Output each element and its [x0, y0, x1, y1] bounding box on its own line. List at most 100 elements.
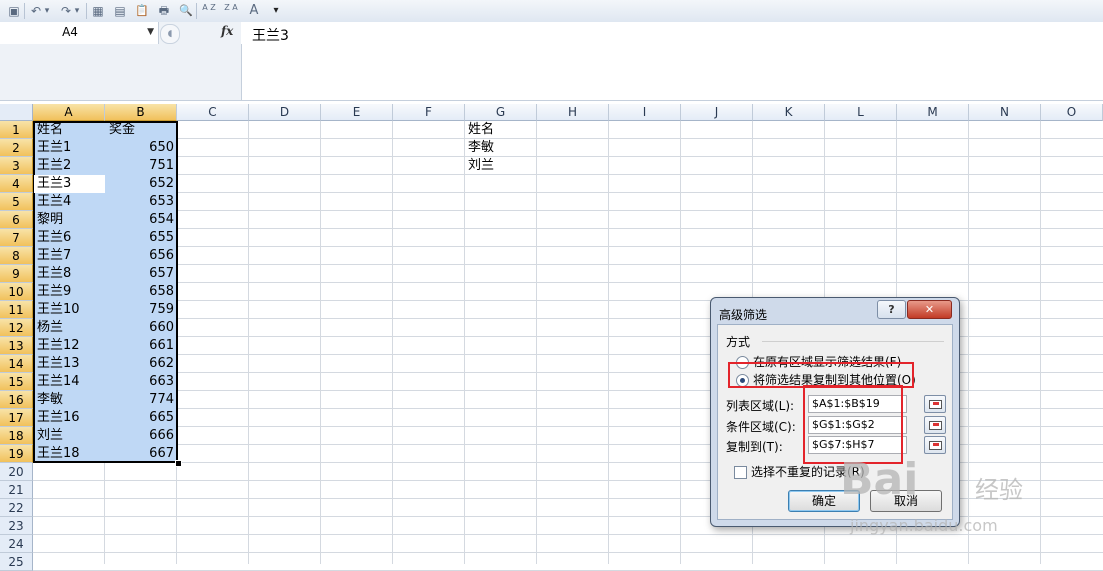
cell-a5[interactable]: 王兰4: [37, 193, 103, 211]
cell-b18[interactable]: 666: [107, 427, 174, 445]
cell-g1[interactable]: 姓名: [468, 121, 534, 139]
cell-b19[interactable]: 667: [107, 445, 174, 463]
row-header-20[interactable]: 20: [0, 463, 33, 481]
cell-a11[interactable]: 王兰10: [37, 301, 103, 319]
row-header-11[interactable]: 11: [0, 301, 33, 319]
column-header-d[interactable]: D: [249, 104, 321, 121]
cell-a1[interactable]: 姓名: [37, 121, 103, 139]
cell-a6[interactable]: 黎明: [37, 211, 103, 229]
collapse-dialog-icon[interactable]: [924, 416, 946, 434]
name-box-value[interactable]: A4: [0, 25, 140, 39]
cell-b5[interactable]: 653: [107, 193, 174, 211]
column-header-e[interactable]: E: [321, 104, 393, 121]
cell-a2[interactable]: 王兰1: [37, 139, 103, 157]
cell-a8[interactable]: 王兰7: [37, 247, 103, 265]
collapse-dialog-icon[interactable]: [924, 395, 946, 413]
cell-b15[interactable]: 663: [107, 373, 174, 391]
sort-ascending-icon[interactable]: A Z: [200, 4, 218, 20]
column-header-a[interactable]: A: [33, 104, 105, 121]
cell-b17[interactable]: 665: [107, 409, 174, 427]
column-header-l[interactable]: L: [825, 104, 897, 121]
name-box[interactable]: A4 ▼: [0, 22, 159, 45]
cell-a9[interactable]: 王兰8: [37, 265, 103, 283]
cell-b3[interactable]: 751: [107, 157, 174, 175]
row-header-7[interactable]: 7: [0, 229, 33, 247]
row-header-2[interactable]: 2: [0, 139, 33, 157]
row-header-1[interactable]: 1: [0, 121, 33, 139]
font-size-icon[interactable]: A: [246, 3, 262, 19]
column-header-b[interactable]: B: [105, 104, 177, 121]
column-header-f[interactable]: F: [393, 104, 465, 121]
cell-a10[interactable]: 王兰9: [37, 283, 103, 301]
row-header-23[interactable]: 23: [0, 517, 33, 535]
select-all-corner[interactable]: [0, 104, 33, 121]
column-header-n[interactable]: N: [969, 104, 1041, 121]
row-header-17[interactable]: 17: [0, 409, 33, 427]
cell-b2[interactable]: 650: [107, 139, 174, 157]
cell-b13[interactable]: 661: [107, 337, 174, 355]
cell-b8[interactable]: 656: [107, 247, 174, 265]
row-header-21[interactable]: 21: [0, 481, 33, 499]
row-header-24[interactable]: 24: [0, 535, 33, 553]
cell-b9[interactable]: 657: [107, 265, 174, 283]
cell-b6[interactable]: 654: [107, 211, 174, 229]
cell-b10[interactable]: 658: [107, 283, 174, 301]
close-button[interactable]: ✕: [907, 300, 952, 319]
cell-a19[interactable]: 王兰18: [37, 445, 103, 463]
cell-b16[interactable]: 774: [107, 391, 174, 409]
cell-g2[interactable]: 李敏: [468, 139, 534, 157]
chevron-down-icon[interactable]: ▼: [147, 27, 154, 37]
column-header-m[interactable]: M: [897, 104, 969, 121]
row-header-18[interactable]: 18: [0, 427, 33, 445]
column-header-h[interactable]: H: [537, 104, 609, 121]
cell-a17[interactable]: 王兰16: [37, 409, 103, 427]
save-icon[interactable]: ▣: [6, 3, 22, 19]
customize-toolbar-icon[interactable]: ▾: [268, 3, 284, 19]
cell-a14[interactable]: 王兰13: [37, 355, 103, 373]
cell-a15[interactable]: 王兰14: [37, 373, 103, 391]
cell-a18[interactable]: 刘兰: [37, 427, 103, 445]
row-header-10[interactable]: 10: [0, 283, 33, 301]
row-header-13[interactable]: 13: [0, 337, 33, 355]
row-header-6[interactable]: 6: [0, 211, 33, 229]
cell-b11[interactable]: 759: [107, 301, 174, 319]
column-header-i[interactable]: I: [609, 104, 681, 121]
row-header-16[interactable]: 16: [0, 391, 33, 409]
print-preview-icon[interactable]: 🔍: [178, 3, 194, 19]
cell-g3[interactable]: 刘兰: [468, 157, 534, 175]
row-header-5[interactable]: 5: [0, 193, 33, 211]
redo-dropdown-icon[interactable]: ▾: [72, 3, 82, 19]
row-header-4[interactable]: 4: [0, 175, 33, 193]
row-header-8[interactable]: 8: [0, 247, 33, 265]
cell-b1[interactable]: 奖金: [109, 121, 175, 139]
row-header-15[interactable]: 15: [0, 373, 33, 391]
collapse-dialog-icon[interactable]: [924, 436, 946, 454]
cell-b14[interactable]: 662: [107, 355, 174, 373]
row-header-9[interactable]: 9: [0, 265, 33, 283]
unique-records-checkbox[interactable]: [734, 466, 747, 479]
cell-a16[interactable]: 李敏: [37, 391, 103, 409]
undo-dropdown-icon[interactable]: ▾: [42, 3, 52, 19]
cell-b4[interactable]: 652: [107, 175, 174, 193]
row-header-19[interactable]: 19: [0, 445, 33, 463]
formula-input[interactable]: 王兰3: [252, 25, 289, 45]
column-header-c[interactable]: C: [177, 104, 249, 121]
cell-a7[interactable]: 王兰6: [37, 229, 103, 247]
row-header-22[interactable]: 22: [0, 499, 33, 517]
column-header-g[interactable]: G: [465, 104, 537, 121]
cell-b7[interactable]: 655: [107, 229, 174, 247]
cell-b12[interactable]: 660: [107, 319, 174, 337]
formula-bar-expand-icon[interactable]: ◖: [160, 24, 180, 44]
sort-descending-icon[interactable]: Z A: [222, 4, 240, 20]
column-header-o[interactable]: O: [1041, 104, 1103, 121]
row-header-12[interactable]: 12: [0, 319, 33, 337]
print-icon[interactable]: 🖶: [156, 3, 172, 19]
help-button[interactable]: ?: [877, 300, 906, 319]
column-header-k[interactable]: K: [753, 104, 825, 121]
row-header-25[interactable]: 25: [0, 553, 33, 571]
cell-a4[interactable]: 王兰3: [37, 175, 103, 193]
paste-icon[interactable]: 📋: [134, 3, 150, 19]
cell-a13[interactable]: 王兰12: [37, 337, 103, 355]
row-header-3[interactable]: 3: [0, 157, 33, 175]
row-header-14[interactable]: 14: [0, 355, 33, 373]
